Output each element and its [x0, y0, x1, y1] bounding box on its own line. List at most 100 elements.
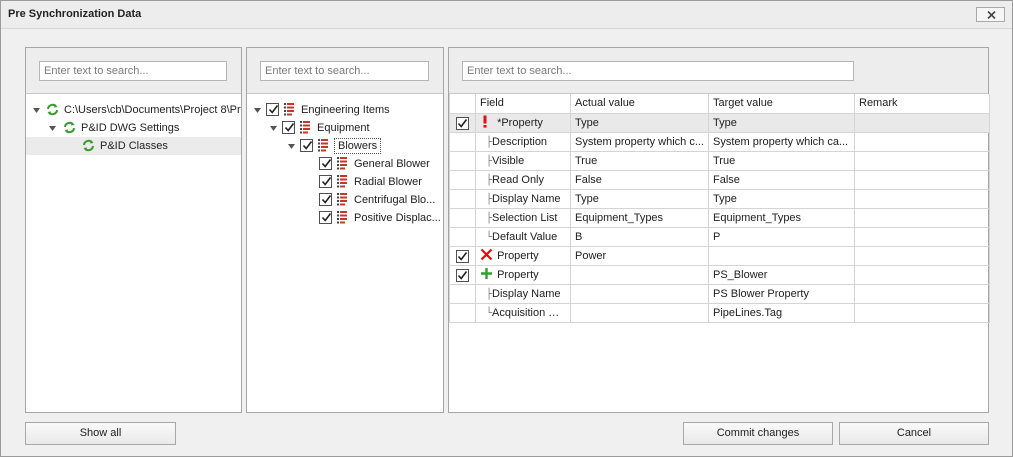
remark-cell[interactable]: [854, 283, 990, 304]
field-cell[interactable]: *Property: [475, 112, 571, 133]
remark-cell[interactable]: [854, 188, 990, 209]
field-cell[interactable]: ├Display Name: [475, 283, 571, 304]
target-value-cell[interactable]: PipeLines.Tag: [708, 302, 855, 323]
row-select-cell[interactable]: [449, 150, 476, 171]
target-value-cell[interactable]: System property which ca...: [708, 131, 855, 152]
row-select-cell[interactable]: [449, 264, 476, 285]
column-header-field[interactable]: Field: [475, 94, 571, 114]
remark-cell[interactable]: [854, 169, 990, 190]
actual-value-cell[interactable]: [570, 283, 709, 304]
tree-checkbox[interactable]: [319, 193, 332, 206]
remark-cell[interactable]: [854, 150, 990, 171]
field-cell[interactable]: ├Display Name: [475, 188, 571, 209]
tree-item-centrifugal-blower[interactable]: Centrifugal Blo...: [247, 191, 443, 209]
collapse-arrow-icon[interactable]: [287, 142, 296, 151]
field-cell[interactable]: ├Visible: [475, 150, 571, 171]
left-search-input[interactable]: [39, 61, 227, 81]
table-row[interactable]: ├Display Name PS Blower Property: [449, 283, 990, 304]
row-select-cell[interactable]: [449, 245, 476, 266]
row-select-cell[interactable]: [449, 169, 476, 190]
tree-checkbox[interactable]: [319, 211, 332, 224]
tree-checkbox[interactable]: [266, 103, 279, 116]
row-select-cell[interactable]: [449, 226, 476, 247]
column-header-remark[interactable]: Remark: [854, 94, 990, 114]
tree-item-equipment[interactable]: Equipment: [247, 119, 443, 137]
table-row[interactable]: ├Display Name Type Type: [449, 188, 990, 209]
remark-cell[interactable]: [854, 226, 990, 247]
target-value-cell[interactable]: P: [708, 226, 855, 247]
tree-item-pid-classes[interactable]: P&ID Classes: [26, 137, 241, 155]
actual-value-cell[interactable]: Type: [570, 188, 709, 209]
remark-cell[interactable]: [854, 112, 990, 133]
tree-checkbox[interactable]: [319, 157, 332, 170]
remark-cell[interactable]: [854, 131, 990, 152]
table-row[interactable]: Property PS_Blower: [449, 264, 990, 285]
table-row[interactable]: ├Description System property which c... Sy…: [449, 131, 990, 152]
tree-checkbox[interactable]: [319, 175, 332, 188]
target-value-cell[interactable]: PS Blower Property: [708, 283, 855, 304]
actual-value-cell[interactable]: [570, 264, 709, 285]
field-cell[interactable]: Property: [475, 264, 571, 285]
table-row[interactable]: └Default Value B P: [449, 226, 990, 247]
remark-cell[interactable]: [854, 264, 990, 285]
field-cell[interactable]: ├Read Only: [475, 169, 571, 190]
field-cell[interactable]: Property: [475, 245, 571, 266]
actual-value-cell[interactable]: False: [570, 169, 709, 190]
remark-cell[interactable]: [854, 207, 990, 228]
commit-changes-button[interactable]: Commit changes: [683, 422, 833, 445]
tree-item-engineering-items[interactable]: Engineering Items: [247, 101, 443, 119]
target-value-cell[interactable]: [708, 245, 855, 266]
table-row[interactable]: ├Selection List Equipment_Types Equipment_…: [449, 207, 990, 228]
target-value-cell[interactable]: True: [708, 150, 855, 171]
row-select-cell[interactable]: [449, 112, 476, 133]
target-value-cell[interactable]: PS_Blower: [708, 264, 855, 285]
column-header-actual[interactable]: Actual value: [570, 94, 709, 114]
actual-value-cell[interactable]: Equipment_Types: [570, 207, 709, 228]
actual-value-cell[interactable]: True: [570, 150, 709, 171]
row-select-cell[interactable]: [449, 207, 476, 228]
table-row[interactable]: *Property Type Type: [449, 112, 990, 133]
collapse-arrow-icon[interactable]: [253, 106, 262, 115]
select-column-header[interactable]: [449, 94, 476, 114]
row-select-cell[interactable]: [449, 302, 476, 323]
tree-item-blowers[interactable]: Blowers: [247, 137, 443, 155]
target-value-cell[interactable]: False: [708, 169, 855, 190]
target-value-cell[interactable]: Type: [708, 112, 855, 133]
row-checkbox[interactable]: [456, 116, 469, 130]
row-checkbox[interactable]: [456, 268, 469, 282]
field-cell[interactable]: ├Description: [475, 131, 571, 152]
target-value-cell[interactable]: Equipment_Types: [708, 207, 855, 228]
tree-item-positive-displacement-blower[interactable]: Positive Displac...: [247, 209, 443, 227]
remark-cell[interactable]: [854, 245, 990, 266]
table-row[interactable]: ├Read Only False False: [449, 169, 990, 190]
tree-checkbox[interactable]: [282, 121, 295, 134]
collapse-arrow-icon[interactable]: [32, 106, 41, 115]
actual-value-cell[interactable]: Type: [570, 112, 709, 133]
tree-item-project[interactable]: C:\Users\cb\Documents\Project 8\Pro: [26, 101, 241, 119]
row-select-cell[interactable]: [449, 283, 476, 304]
tree-item-dwg-settings[interactable]: P&ID DWG Settings: [26, 119, 241, 137]
target-value-cell[interactable]: Type: [708, 188, 855, 209]
actual-value-cell[interactable]: [570, 302, 709, 323]
actual-value-cell[interactable]: System property which c...: [570, 131, 709, 152]
row-checkbox[interactable]: [456, 249, 469, 263]
remark-cell[interactable]: [854, 302, 990, 323]
collapse-arrow-icon[interactable]: [269, 124, 278, 133]
cancel-button[interactable]: Cancel: [839, 422, 989, 445]
collapse-arrow-icon[interactable]: [48, 124, 57, 133]
tree-item-general-blower[interactable]: General Blower: [247, 155, 443, 173]
field-cell[interactable]: ├Selection List: [475, 207, 571, 228]
table-row[interactable]: ├Visible True True: [449, 150, 990, 171]
table-row[interactable]: └Acquisition Rule PipeLines.Tag: [449, 302, 990, 323]
tree-checkbox[interactable]: [300, 139, 313, 152]
grid-search-input[interactable]: [462, 61, 854, 81]
middle-search-input[interactable]: [260, 61, 429, 81]
row-select-cell[interactable]: [449, 131, 476, 152]
actual-value-cell[interactable]: B: [570, 226, 709, 247]
column-header-target[interactable]: Target value: [708, 94, 855, 114]
show-all-button[interactable]: Show all: [25, 422, 176, 445]
close-button[interactable]: [976, 7, 1005, 22]
row-select-cell[interactable]: [449, 188, 476, 209]
field-cell[interactable]: └Default Value: [475, 226, 571, 247]
table-row[interactable]: Property Power: [449, 245, 990, 266]
